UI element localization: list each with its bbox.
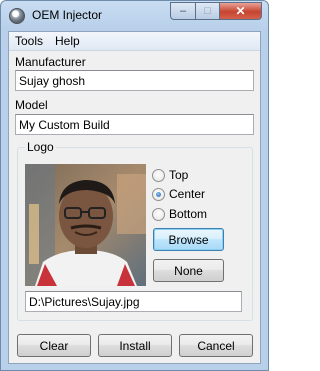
radio-top-label: Top — [169, 168, 189, 182]
app-window: OEM Injector – □ ✕ Tools Help Manufactur… — [0, 0, 269, 371]
manufacturer-label: Manufacturer — [15, 55, 86, 69]
logo-photo-svg — [25, 164, 146, 286]
client-area: Tools Help Manufacturer Sujay ghosh Mode… — [8, 31, 261, 364]
menu-bar: Tools Help — [9, 32, 260, 51]
minimize-button[interactable]: – — [170, 2, 195, 20]
maximize-button[interactable]: □ — [195, 2, 219, 20]
window-title: OEM Injector — [32, 8, 103, 22]
manufacturer-field[interactable]: Sujay ghosh — [15, 70, 254, 91]
model-label: Model — [15, 98, 48, 112]
caption-buttons: – □ ✕ — [170, 2, 262, 21]
logo-path-field[interactable]: D:\Pictures\Sujay.jpg — [25, 291, 242, 312]
app-icon — [9, 8, 25, 24]
menu-tools[interactable]: Tools — [9, 32, 49, 50]
radio-bottom[interactable] — [152, 207, 165, 221]
radio-center-label: Center — [169, 187, 206, 201]
logo-position-bottom[interactable]: Bottom — [152, 207, 207, 221]
browse-button[interactable]: Browse — [153, 228, 224, 251]
radio-center[interactable] — [152, 187, 165, 201]
cancel-button[interactable]: Cancel — [179, 334, 253, 357]
menu-help[interactable]: Help — [49, 32, 86, 50]
model-field[interactable]: My Custom Build — [15, 114, 254, 135]
logo-group-label: Logo — [25, 140, 56, 154]
radio-bottom-label: Bottom — [169, 207, 208, 221]
clear-button[interactable]: Clear — [17, 334, 91, 357]
none-button[interactable]: None — [153, 259, 224, 282]
title-bar[interactable]: OEM Injector – □ ✕ — [1, 1, 268, 31]
close-button[interactable]: ✕ — [219, 2, 262, 20]
logo-position-top[interactable]: Top — [152, 168, 188, 182]
install-button[interactable]: Install — [98, 334, 172, 357]
radio-top[interactable] — [152, 168, 165, 182]
logo-preview-image — [25, 164, 146, 286]
logo-position-center[interactable]: Center — [152, 187, 205, 201]
